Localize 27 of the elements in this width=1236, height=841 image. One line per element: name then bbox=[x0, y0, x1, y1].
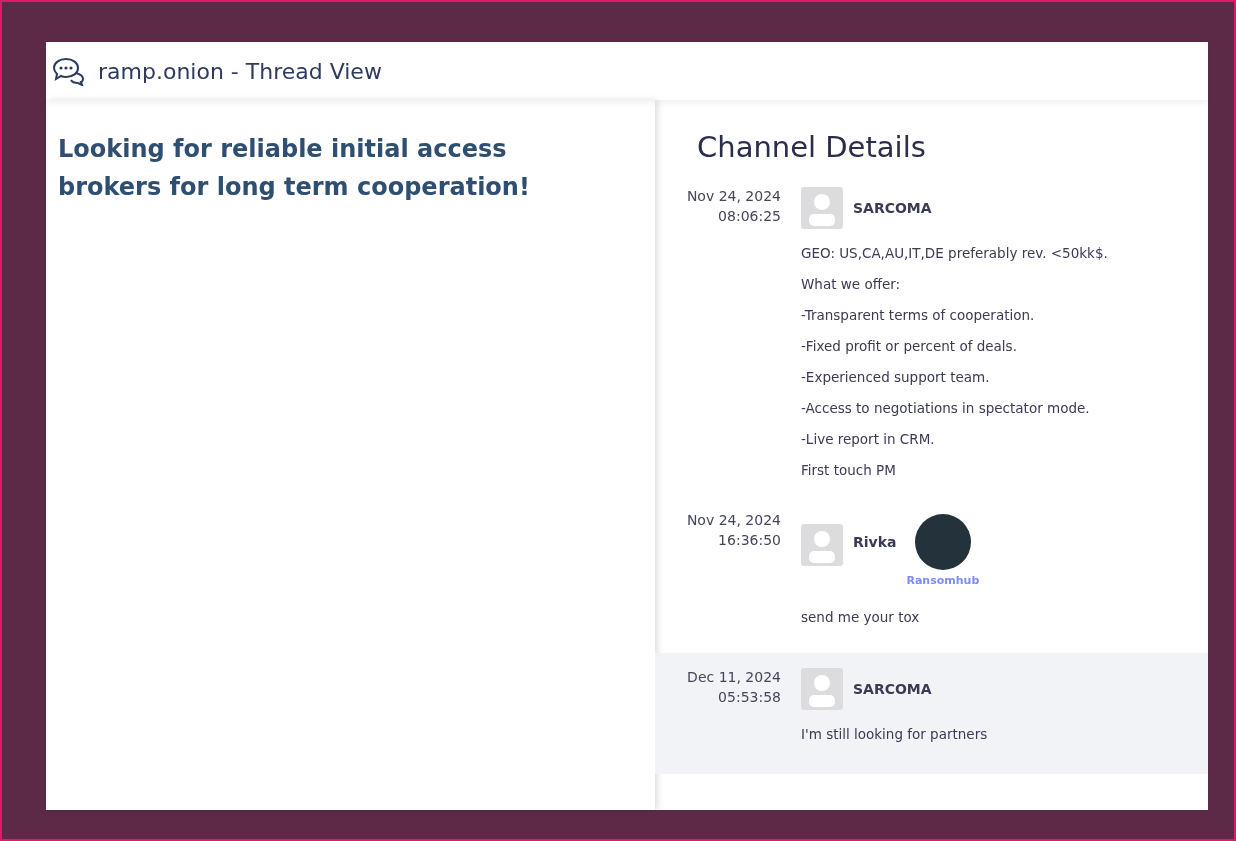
window-title: ramp.onion - Thread View bbox=[98, 58, 382, 84]
author-name[interactable]: SARCOMA bbox=[853, 681, 932, 697]
message-time: 05:53:58 bbox=[718, 688, 781, 707]
channel-heading: Channel Details bbox=[697, 130, 927, 164]
message-date: Nov 24, 2024 bbox=[686, 187, 781, 206]
message-text: -Experienced support team. bbox=[801, 368, 991, 387]
group-label: Ransomhub bbox=[906, 574, 980, 587]
thread-title: Looking for reliable initial access brokers for long term cooperation! bbox=[58, 134, 531, 203]
avatar-icon bbox=[801, 187, 843, 229]
message-text: GEO: US,CA,AU,IT,DE preferably rev. <50kk$. bbox=[801, 244, 1109, 263]
message-text: -Fixed profit or percent of deals. bbox=[801, 337, 1018, 356]
message-date: Dec 11, 2024 bbox=[687, 668, 781, 687]
message-text: -Access to negotiations in spectator mode. bbox=[801, 399, 1091, 418]
message-time: 08:06:25 bbox=[718, 207, 781, 226]
author-name[interactable]: Rivka bbox=[853, 534, 897, 550]
message-text: -Live report in CRM. bbox=[801, 430, 936, 449]
author-name[interactable]: SARCOMA bbox=[853, 200, 932, 216]
message-text: First touch PM bbox=[801, 461, 897, 480]
message-text: send me your tox bbox=[801, 608, 921, 627]
message-text: -Transparent terms of cooperation. bbox=[801, 306, 1036, 325]
message-date: Nov 24, 2024 bbox=[686, 511, 781, 530]
message-text: I'm still looking for partners bbox=[801, 725, 989, 744]
message-text: What we offer: bbox=[801, 275, 902, 294]
avatar-icon bbox=[801, 524, 843, 566]
chat-bubbles-icon bbox=[52, 56, 86, 86]
avatar-icon bbox=[801, 668, 843, 710]
message-time: 16:36:50 bbox=[718, 531, 781, 550]
